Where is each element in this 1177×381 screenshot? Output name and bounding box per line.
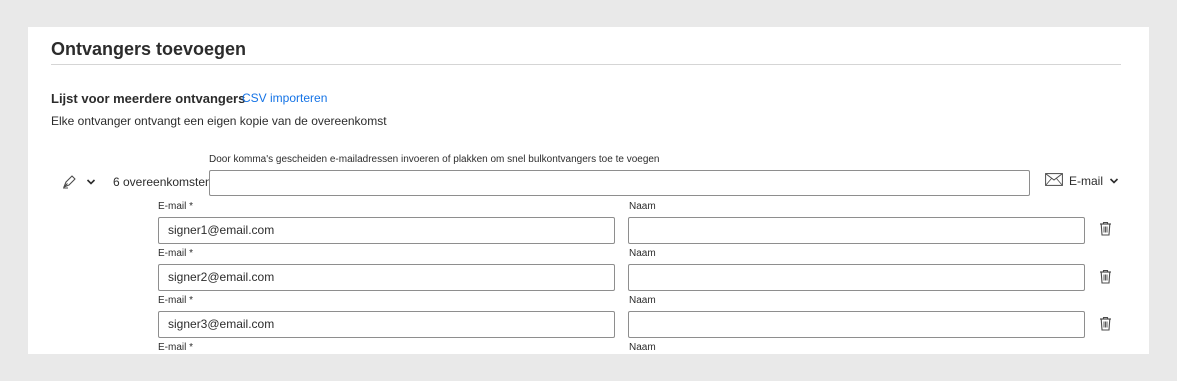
- signer-role-controls: [62, 174, 96, 189]
- multi-recipient-description: Elke ontvanger ontvangt een eigen kopie …: [51, 114, 387, 128]
- bulk-email-input[interactable]: [209, 170, 1030, 196]
- name-label: Naam: [629, 295, 656, 306]
- pen-icon[interactable]: [62, 174, 77, 189]
- required-mark: *: [189, 342, 194, 353]
- bulk-input-hint: Door komma's gescheiden e-mailadressen i…: [209, 154, 660, 165]
- title-divider: [51, 64, 1121, 65]
- required-mark: *: [189, 248, 194, 259]
- name-label: Naam: [629, 342, 656, 353]
- name-field[interactable]: [628, 311, 1085, 338]
- name-field[interactable]: [628, 217, 1085, 244]
- chevron-down-icon[interactable]: [86, 178, 96, 186]
- required-mark: *: [189, 201, 194, 212]
- email-label: E-mail *: [158, 248, 194, 259]
- name-label: Naam: [629, 201, 656, 212]
- agreement-count: 6 overeenkomsten: [113, 175, 212, 189]
- email-field[interactable]: signer3@email.com: [158, 311, 615, 338]
- multi-recipient-heading: Lijst voor meerdere ontvangers: [51, 91, 246, 106]
- email-label: E-mail *: [158, 295, 194, 306]
- trash-icon[interactable]: [1099, 221, 1112, 241]
- name-field[interactable]: [628, 264, 1085, 291]
- trash-icon[interactable]: [1099, 269, 1112, 289]
- chevron-down-icon: [1109, 174, 1119, 188]
- email-field[interactable]: signer2@email.com: [158, 264, 615, 291]
- delivery-method-dropdown[interactable]: E-mail: [1045, 173, 1119, 189]
- email-label: E-mail *: [158, 201, 194, 212]
- required-mark: *: [189, 295, 194, 306]
- delivery-method-label: E-mail: [1069, 174, 1104, 188]
- page-title: Ontvangers toevoegen: [51, 39, 247, 59]
- name-label: Naam: [629, 248, 656, 259]
- email-field[interactable]: signer1@email.com: [158, 217, 615, 244]
- add-recipients-panel: Ontvangers toevoegen Lijst voor meerdere…: [28, 27, 1149, 354]
- import-csv-link[interactable]: CSV importeren: [242, 91, 327, 105]
- envelope-icon: [1045, 173, 1063, 189]
- email-label: E-mail *: [158, 342, 194, 353]
- trash-icon[interactable]: [1099, 316, 1112, 336]
